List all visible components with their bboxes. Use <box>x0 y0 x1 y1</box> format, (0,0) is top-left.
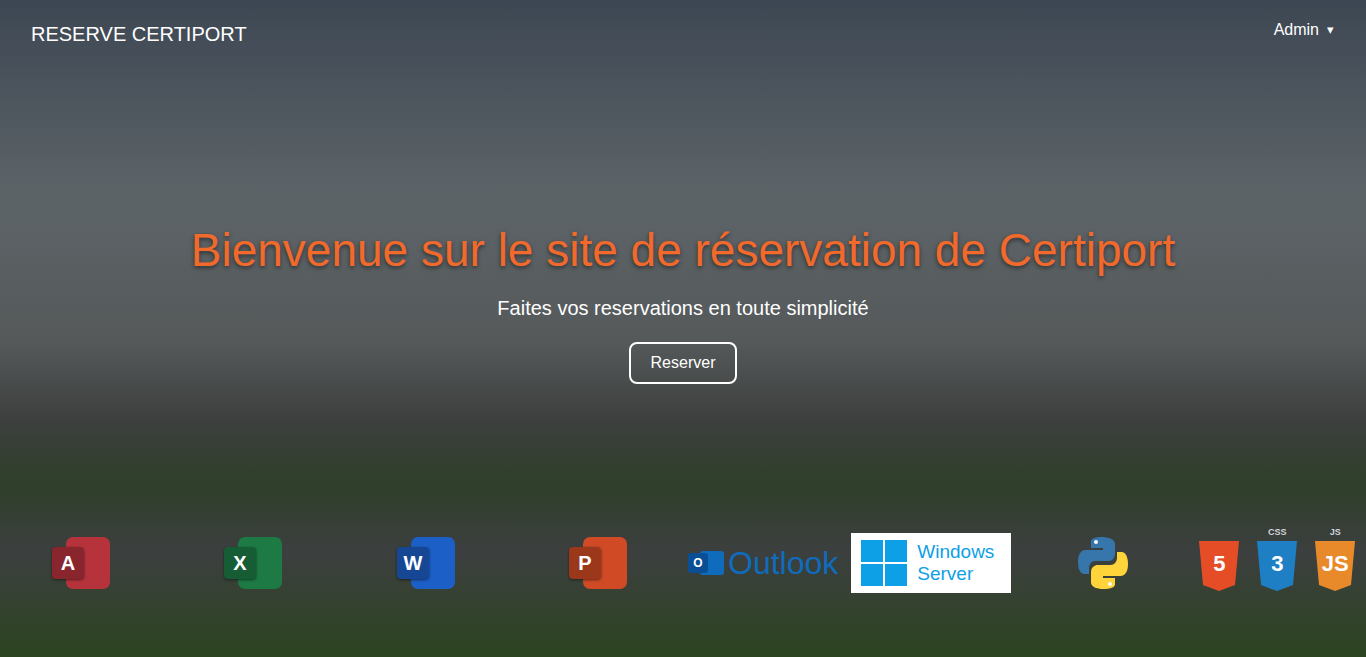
hero: Bienvenue sur le site de réservation de … <box>0 66 1366 384</box>
admin-label: Admin <box>1274 18 1319 42</box>
brand-link[interactable]: RESERVE CERTIPORT <box>31 18 247 48</box>
python-logo-icon <box>1073 533 1133 593</box>
outlook-icon: O <box>688 545 724 581</box>
shield-caption: CSS <box>1255 527 1299 537</box>
background-photo <box>0 0 1366 657</box>
windows-server-line: Server <box>917 563 994 585</box>
windows-server-label: WindowsServer <box>917 541 994 585</box>
hero-subtitle: Faites vos reservations en toute simplic… <box>497 294 868 322</box>
office-logo-icon: A <box>50 533 110 593</box>
page: RESERVE CERTIPORT Admin ▾ Bienvenue sur le … <box>0 0 1366 657</box>
office-logo-icon: W <box>395 533 455 593</box>
shield-mark: JS <box>1313 541 1357 591</box>
windows-icon <box>861 540 907 586</box>
logo-letter: W <box>397 547 429 579</box>
outlook-letter-box: O <box>688 553 708 573</box>
shield-mark: 5 <box>1197 541 1241 591</box>
logo-row: A X W P O Outlook WindowsServer 5 3CSS JSJS <box>0 533 1366 593</box>
outlook-logo-icon: O Outlook <box>688 533 840 593</box>
shield-logo-icon: 3CSS <box>1255 541 1299 591</box>
caret-icon: ▾ <box>1327 20 1334 40</box>
office-logo-icon: P <box>567 533 627 593</box>
shield-logo-icon: JSJS <box>1313 541 1357 591</box>
reserve-button[interactable]: Reserver <box>629 342 738 384</box>
windows-server-line: Windows <box>917 541 994 563</box>
hero-title: Bienvenue sur le site de réservation de … <box>191 222 1175 278</box>
office-logo-icon: X <box>222 533 282 593</box>
shield-mark: 3 <box>1255 541 1299 591</box>
shield-logo-icon: 5 <box>1197 541 1241 591</box>
logo-letter: A <box>52 547 84 579</box>
logo-letter: P <box>569 547 601 579</box>
outlook-letter: O <box>693 557 702 569</box>
admin-menu[interactable]: Admin ▾ <box>1274 18 1334 42</box>
windows-server-logo-icon: WindowsServer <box>851 533 1011 593</box>
logo-letter: X <box>224 547 256 579</box>
navbar: RESERVE CERTIPORT Admin ▾ <box>0 0 1366 66</box>
outlook-label: Outlook <box>728 543 838 583</box>
shield-caption: JS <box>1313 527 1357 537</box>
